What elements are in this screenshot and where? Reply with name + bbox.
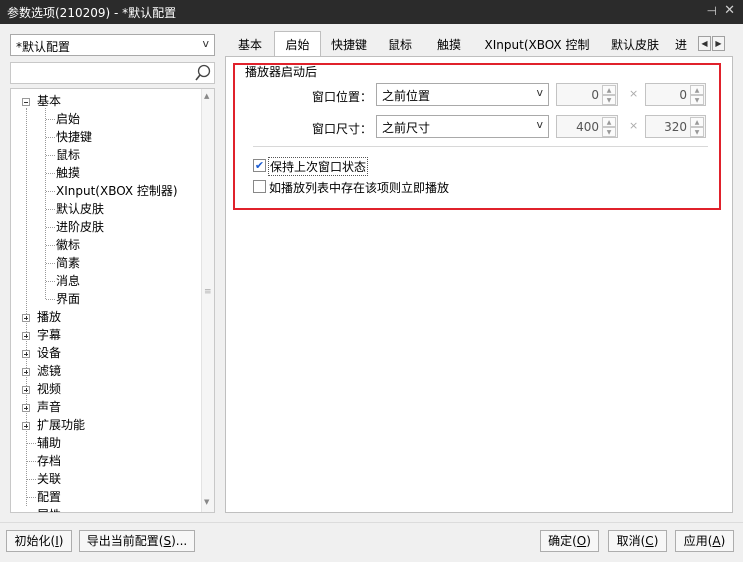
tree-item-association[interactable]: 关联 bbox=[37, 470, 61, 488]
tree-item-properties[interactable]: 属性 bbox=[37, 506, 61, 512]
window-title: 参数选项(210209) - *默认配置 bbox=[7, 6, 177, 20]
expand-icon[interactable] bbox=[22, 332, 30, 340]
expand-icon[interactable] bbox=[22, 368, 30, 376]
expand-icon[interactable] bbox=[22, 386, 30, 394]
tree-item-simple[interactable]: 简素 bbox=[56, 254, 80, 272]
tree-item-hotkeys[interactable]: 快捷键 bbox=[56, 128, 92, 146]
keep-state-label[interactable]: 保持上次窗口状态 bbox=[268, 157, 369, 176]
group-title: 播放器启动后 bbox=[245, 65, 318, 79]
profile-select[interactable]: *默认配置 v bbox=[10, 34, 215, 56]
tree-item-mouse[interactable]: 鼠标 bbox=[56, 146, 80, 164]
stepper-up-icon[interactable]: ▲ bbox=[690, 85, 704, 95]
settings-tree[interactable]: 基本 启始 快捷键 鼠标 触摸 XInput(XBOX 控制器) 默认皮肤 进阶… bbox=[10, 88, 215, 513]
tab-bar: 基本 启始 快捷键 鼠标 触摸 XInput(XBOX 控制器) 默认皮肤 进阶… bbox=[225, 31, 733, 74]
stepper-down-icon[interactable]: ▼ bbox=[602, 127, 616, 137]
tree-item-video[interactable]: 视频 bbox=[37, 380, 61, 398]
stepper-down-icon[interactable]: ▼ bbox=[690, 127, 704, 137]
size-width-stepper[interactable]: 400 ▲ ▼ bbox=[556, 115, 618, 138]
stepper-up-icon[interactable]: ▲ bbox=[690, 117, 704, 127]
tree-item-archive[interactable]: 存档 bbox=[37, 452, 61, 470]
tree-item-filters[interactable]: 滤镜 bbox=[37, 362, 61, 380]
expand-icon[interactable] bbox=[22, 404, 30, 412]
tree-item-playback[interactable]: 播放 bbox=[37, 308, 61, 326]
tree-item-message[interactable]: 消息 bbox=[56, 272, 80, 290]
button-bar: 初始化(I) 导出当前配置(S)... 确定(O) 取消(C) 应用(A) bbox=[0, 522, 743, 562]
ok-button[interactable]: 确定(O) bbox=[540, 530, 599, 552]
tree-item-extensions[interactable]: 扩展功能 bbox=[37, 416, 85, 434]
search-icon[interactable] bbox=[194, 64, 212, 82]
stepper-down-icon[interactable]: ▼ bbox=[690, 95, 704, 105]
tree-item-logo[interactable]: 徽标 bbox=[56, 236, 80, 254]
play-immediately-label[interactable]: 如播放列表中存在该项则立即播放 bbox=[269, 179, 449, 196]
tree-item-devices[interactable]: 设备 bbox=[37, 344, 61, 362]
cancel-button[interactable]: 取消(C) bbox=[608, 530, 667, 552]
window-size-label: 窗口尺寸： bbox=[312, 122, 373, 136]
tree-item-default-skin[interactable]: 默认皮肤 bbox=[56, 200, 104, 218]
scroll-down-icon[interactable]: ▼ bbox=[204, 498, 209, 506]
tree-item-subtitles[interactable]: 字幕 bbox=[37, 326, 61, 344]
times-icon: × bbox=[629, 87, 639, 100]
search-input[interactable] bbox=[10, 62, 215, 84]
position-x-stepper[interactable]: 0 ▲ ▼ bbox=[556, 83, 618, 106]
tree-item-basic[interactable]: 基本 bbox=[37, 92, 61, 110]
position-y-stepper[interactable]: 0 ▲ ▼ bbox=[645, 83, 706, 106]
expand-icon[interactable] bbox=[22, 314, 30, 322]
profile-select-value: *默认配置 bbox=[16, 40, 71, 54]
window-position-select[interactable]: 之前位置 v bbox=[376, 83, 549, 106]
export-config-button[interactable]: 导出当前配置(S)... bbox=[79, 530, 195, 552]
play-immediately-checkbox[interactable] bbox=[253, 180, 266, 193]
stepper-up-icon[interactable]: ▲ bbox=[602, 85, 616, 95]
scroll-up-icon[interactable]: ▲ bbox=[204, 92, 209, 100]
tree-item-config[interactable]: 配置 bbox=[37, 488, 61, 506]
window-position-label: 窗口位置： bbox=[312, 90, 373, 104]
divider bbox=[253, 146, 708, 147]
tree-item-assist[interactable]: 辅助 bbox=[37, 434, 61, 452]
tab-advanced[interactable]: 进阶 bbox=[675, 34, 697, 56]
tab-scroll-left-icon[interactable]: ◀ bbox=[698, 36, 711, 51]
tab-touch[interactable]: 触摸 bbox=[431, 34, 467, 56]
times-icon: × bbox=[629, 119, 639, 132]
tab-xinput[interactable]: XInput(XBOX 控制器) bbox=[479, 34, 595, 74]
window-size-select[interactable]: 之前尺寸 v bbox=[376, 115, 549, 138]
tab-scroll-right-icon[interactable]: ▶ bbox=[712, 36, 725, 51]
tree-item-interface[interactable]: 界面 bbox=[56, 290, 80, 308]
apply-button[interactable]: 应用(A) bbox=[675, 530, 734, 552]
scroll-grip-icon[interactable]: ≡ bbox=[204, 287, 212, 297]
chevron-down-icon: v bbox=[536, 118, 543, 131]
tree-scrollbar[interactable]: ▲ ≡ ▼ bbox=[201, 89, 214, 512]
tab-default-skin[interactable]: 默认皮肤 bbox=[607, 34, 663, 56]
keep-state-checkbox[interactable]: ✔ bbox=[253, 159, 266, 172]
size-height-stepper[interactable]: 320 ▲ ▼ bbox=[645, 115, 706, 138]
initialize-button[interactable]: 初始化(I) bbox=[6, 530, 72, 552]
tab-mouse[interactable]: 鼠标 bbox=[382, 34, 418, 56]
tree-item-touch[interactable]: 触摸 bbox=[56, 164, 80, 182]
title-bar: 参数选项(210209) - *默认配置 ⊣ ✕ bbox=[0, 0, 743, 24]
tree-item-advanced-skin[interactable]: 进阶皮肤 bbox=[56, 218, 104, 236]
chevron-down-icon: v bbox=[536, 86, 543, 99]
expand-icon[interactable] bbox=[22, 422, 30, 430]
tab-basic[interactable]: 基本 bbox=[231, 34, 269, 56]
tree-item-xinput[interactable]: XInput(XBOX 控制器) bbox=[56, 182, 178, 200]
collapse-icon[interactable] bbox=[22, 98, 30, 106]
pin-icon[interactable]: ⊣ bbox=[707, 4, 717, 18]
chevron-down-icon: v bbox=[202, 37, 209, 50]
stepper-down-icon[interactable]: ▼ bbox=[602, 95, 616, 105]
tree-item-audio[interactable]: 声音 bbox=[37, 398, 61, 416]
tree-item-startup[interactable]: 启始 bbox=[56, 110, 80, 128]
stepper-up-icon[interactable]: ▲ bbox=[602, 117, 616, 127]
tab-startup[interactable]: 启始 bbox=[274, 31, 321, 56]
expand-icon[interactable] bbox=[22, 350, 30, 358]
close-icon[interactable]: ✕ bbox=[724, 3, 735, 18]
tab-hotkeys[interactable]: 快捷键 bbox=[327, 34, 371, 56]
